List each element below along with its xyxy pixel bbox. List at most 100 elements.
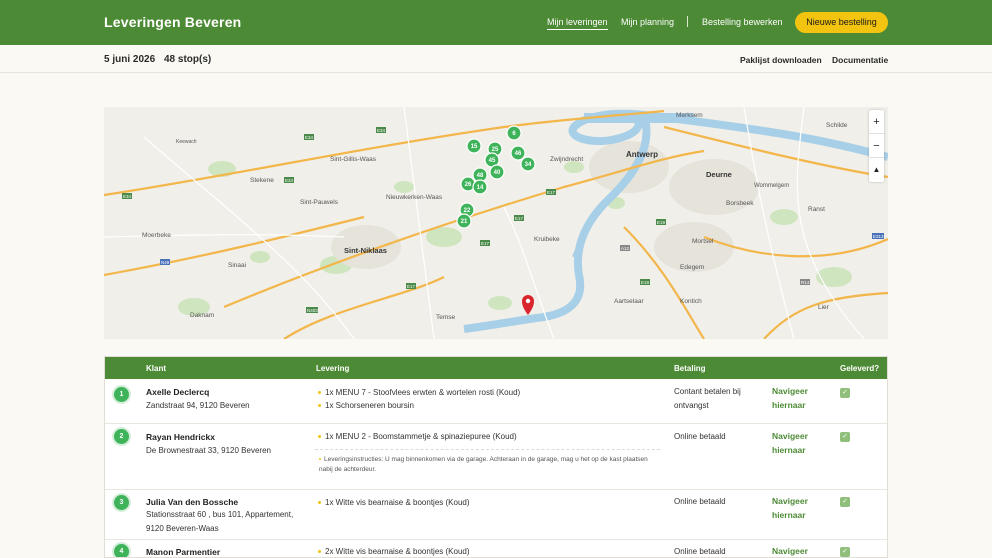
place-aartselaar: Aartselaar: [614, 298, 644, 305]
svg-text:15: 15: [471, 144, 478, 150]
customer-name: Rayan Hendrickx: [146, 432, 215, 442]
top-navbar: Leveringen Beveren Mijn leveringen Mijn …: [0, 0, 992, 45]
svg-text:21: 21: [461, 219, 468, 225]
nav-mijn-planning[interactable]: Mijn planning: [621, 17, 674, 27]
shield-e17-4: E17: [407, 284, 416, 289]
delivery-map[interactable]: Merksem Schilde Antwerp Zwijndrecht Sint…: [104, 107, 888, 339]
deliveries-table: Klant Levering Betaling Geleverd? 1 Axel…: [104, 356, 888, 558]
order-item: 1x MENU 7 - Stoofvlees erwten & wortelen…: [318, 388, 520, 397]
place-lier: Lier: [818, 304, 830, 311]
navigate-link[interactable]: Navigeer: [772, 545, 822, 557]
place-schilde: Schilde: [826, 122, 848, 129]
place-mortsel: Mortsel: [692, 238, 714, 245]
col-header-klant: Klant: [146, 364, 166, 373]
table-row: 3 Julia Van den Bossche Stationsstraat 6…: [105, 490, 887, 540]
navigate-link[interactable]: Navigeer hiernaar: [772, 385, 822, 412]
shield-e17-3: E17: [481, 241, 490, 246]
nav-divider: [687, 16, 688, 27]
navigate-link[interactable]: Navigeer hiernaar: [772, 495, 822, 522]
col-header-betaling: Betaling: [674, 364, 706, 373]
place-stekene: Stekene: [250, 177, 274, 184]
svg-text:25: 25: [492, 147, 499, 153]
col-header-levering: Levering: [316, 364, 350, 373]
map-markers[interactable]: 15 6 25 45 46 34 40 48 26 14 22 21: [456, 125, 536, 229]
download-packlist-link[interactable]: Paklijst downloaden: [740, 55, 822, 65]
delivered-checkbox[interactable]: ✓: [840, 432, 850, 442]
delivered-checkbox[interactable]: ✓: [840, 388, 850, 398]
nav-bestelling-bewerken[interactable]: Bestelling bewerken: [702, 17, 783, 27]
svg-text:14: 14: [477, 185, 484, 191]
table-row: 2 Rayan Hendrickx De Brownestraat 33, 91…: [105, 424, 887, 490]
app-title[interactable]: Leveringen Beveren: [104, 14, 241, 30]
svg-text:26: 26: [465, 182, 472, 188]
shield-e17-1: E17: [547, 190, 556, 195]
order-item-text: 1x MENU 7 - Stoofvlees erwten & wortelen…: [325, 388, 521, 397]
reset-bearing-button[interactable]: ▲: [869, 158, 884, 182]
zoom-out-button[interactable]: −: [869, 134, 884, 158]
order-item: 1x MENU 2 - Boomstammetje & spinaziepure…: [318, 432, 517, 441]
shield-e313: E313: [873, 234, 884, 239]
delivered-checkbox[interactable]: ✓: [840, 497, 850, 507]
delivered-checkbox[interactable]: ✓: [840, 547, 850, 557]
svg-text:48: 48: [477, 173, 484, 179]
stop-count: 48 stop(s): [164, 54, 212, 65]
place-sint-gillis-waas: Sint-Gillis-Waas: [330, 156, 377, 163]
svg-text:40: 40: [494, 170, 501, 176]
place-kruibeke: Kruibeke: [534, 236, 560, 243]
customer-name: Julia Van den Bossche: [146, 497, 239, 507]
order-item-text: 1x Schorseneren boursin: [325, 401, 414, 410]
zoom-in-button[interactable]: +: [869, 110, 884, 134]
col-header-geleverd: Geleverd?: [840, 364, 880, 373]
map-marker: 6: [506, 125, 522, 141]
place-temse: Temse: [436, 314, 456, 321]
table-header: Klant Levering Betaling Geleverd?: [105, 357, 887, 379]
order-item-text: 1x Witte vis bearnaise & boontjes (Koud): [325, 498, 470, 507]
payment-status: Contant betalen bij ontvangst: [674, 387, 741, 410]
map-marker: 40: [489, 164, 505, 180]
bullet-icon: [319, 458, 321, 461]
new-order-button[interactable]: Nieuwe bestelling: [795, 12, 888, 33]
delivery-instructions-text: Leveringsinstructies: U mag binnenkomen …: [319, 456, 648, 473]
map-urban: [331, 141, 759, 272]
documentation-link[interactable]: Documentatie: [832, 55, 888, 65]
customer-name: Manon Parmentier: [146, 547, 221, 557]
map-marker: 14: [472, 179, 488, 195]
place-antwerp: Antwerp: [626, 150, 658, 159]
map-marker: 46: [510, 145, 526, 161]
payment-status: Online betaald: [674, 547, 726, 556]
place-wommelgem: Wommelgem: [754, 183, 789, 189]
navigate-link[interactable]: Navigeer hiernaar: [772, 430, 822, 457]
order-item-text: 1x MENU 2 - Boomstammetje & spinaziepure…: [325, 432, 517, 441]
place-kontich: Kontich: [680, 298, 702, 305]
stop-number-badge: 3: [114, 495, 129, 510]
nav-mijn-leveringen[interactable]: Mijn leveringen: [547, 17, 608, 30]
place-nieuwkerken-waas: Nieuwkerken-Waas: [386, 194, 443, 201]
stop-number-badge: 1: [114, 387, 129, 402]
location-pin-icon[interactable]: [522, 295, 534, 315]
shield-e17-2: E17: [515, 216, 524, 221]
table-row: 4 Manon Parmentier 2x Witte vis bearnais…: [105, 540, 887, 557]
customer-name: Axelle Declercq: [146, 387, 210, 397]
order-item: 1x Witte vis bearnaise & boontjes (Koud): [318, 498, 470, 507]
table-row: 1 Axelle Declercq Zandstraat 94, 9120 Be…: [105, 379, 887, 424]
sub-header: 5 juni 2026 48 stop(s) Paklijst download…: [0, 45, 992, 73]
shield-e19-1: E19: [657, 220, 666, 225]
shield-e34-2: E34: [377, 128, 386, 133]
stop-number-badge: 2: [114, 429, 129, 444]
map-roads: [104, 107, 865, 339]
shield-e34-4: E34: [285, 178, 294, 183]
svg-text:46: 46: [515, 151, 522, 157]
shield-a12: A12: [621, 246, 630, 251]
map-marker: 21: [456, 213, 472, 229]
bullet-icon: [318, 501, 321, 505]
shield-e19-2: E19: [641, 280, 650, 285]
order-item: 2x Witte vis bearnaise & boontjes (Koud): [318, 547, 470, 556]
payment-status: Online betaald: [674, 432, 726, 441]
customer-address: Stationsstraat 60 , bus 101, Appartement…: [146, 510, 294, 533]
order-item: 1x Schorseneren boursin: [318, 401, 414, 410]
place-merksem: Merksem: [676, 112, 703, 119]
place-borsbeek: Borsbeek: [726, 200, 754, 207]
place-daknam: Daknam: [190, 312, 214, 319]
map-canvas[interactable]: Merksem Schilde Antwerp Zwijndrecht Sint…: [104, 107, 888, 339]
map-marker: 34: [520, 156, 536, 172]
